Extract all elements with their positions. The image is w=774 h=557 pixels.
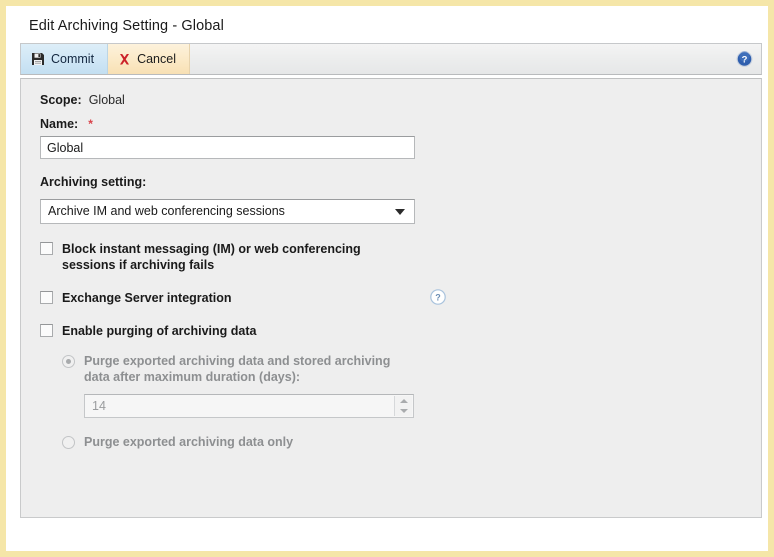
commit-button-label: Commit (51, 52, 94, 66)
help-icon-exchange-server-integration[interactable]: ? (430, 289, 446, 305)
cancel-button-label: Cancel (137, 52, 176, 66)
scope-label: Scope: (40, 93, 82, 107)
checkbox-label-block-on-archiving-failure: Block instant messaging (IM) or web conf… (62, 241, 407, 273)
scope-row: Scope: Global (40, 93, 761, 107)
radio-label-purge-exported-only: Purge exported archiving data only (84, 434, 293, 450)
max-duration-days-stepper: 14 (84, 394, 414, 418)
toolbar-filler (190, 44, 761, 74)
title-bar: Edit Archiving Setting - Global (15, 9, 763, 43)
stepper-up-icon (395, 396, 412, 406)
checkbox-label-enable-purging: Enable purging of archiving data (62, 323, 256, 339)
stepper-down-icon (395, 406, 412, 416)
form-content-area: Scope: Global Name: * Archiving setting:… (20, 78, 762, 518)
commit-button[interactable]: Commit (21, 44, 108, 74)
close-icon (118, 53, 131, 66)
toolbar: Commit Cancel ? (20, 43, 762, 75)
checkbox-row-block-on-archiving-failure[interactable]: Block instant messaging (IM) or web conf… (40, 241, 761, 273)
chevron-down-icon (395, 209, 405, 215)
spacer (40, 159, 761, 175)
edit-archiving-setting-dialog: Edit Archiving Setting - Global Commit (15, 9, 763, 527)
checkbox-row-enable-purging[interactable]: Enable purging of archiving data (40, 323, 761, 339)
svg-text:?: ? (435, 292, 441, 302)
name-label: Name: (40, 117, 78, 131)
page-title: Edit Archiving Setting - Global (29, 18, 224, 34)
radio-row-purge-exported-and-stored: Purge exported archiving data and stored… (62, 353, 761, 385)
purge-options-group: Purge exported archiving data and stored… (62, 353, 761, 450)
save-icon (31, 52, 45, 66)
radio-purge-exported-and-stored (62, 355, 75, 368)
outer-frame: Edit Archiving Setting - Global Commit (0, 0, 774, 557)
checkbox-block-on-archiving-failure[interactable] (40, 242, 53, 255)
checkbox-row-exchange-server-integration[interactable]: Exchange Server integration ? (40, 290, 761, 306)
help-icon[interactable]: ? (736, 51, 753, 68)
svg-text:?: ? (742, 55, 748, 66)
stepper-buttons (394, 396, 412, 416)
max-duration-days-value: 14 (92, 399, 106, 413)
radio-purge-exported-only (62, 436, 75, 449)
checkbox-exchange-server-integration[interactable] (40, 291, 53, 304)
archiving-setting-label: Archiving setting: (40, 175, 146, 189)
scope-value: Global (89, 93, 125, 107)
checkbox-enable-purging[interactable] (40, 324, 53, 337)
archiving-setting-selected-value: Archive IM and web conferencing sessions (48, 204, 285, 218)
radio-label-purge-exported-and-stored: Purge exported archiving data and stored… (84, 353, 414, 385)
name-input[interactable] (40, 136, 415, 159)
radio-row-purge-exported-only: Purge exported archiving data only (62, 434, 761, 450)
name-label-row: Name: * (40, 117, 761, 131)
cancel-button[interactable]: Cancel (108, 44, 190, 74)
checkbox-label-exchange-server-integration: Exchange Server integration (62, 290, 232, 306)
required-marker: * (88, 117, 93, 131)
archiving-setting-label-row: Archiving setting: (40, 175, 761, 189)
archiving-setting-dropdown[interactable]: Archive IM and web conferencing sessions (40, 199, 415, 224)
